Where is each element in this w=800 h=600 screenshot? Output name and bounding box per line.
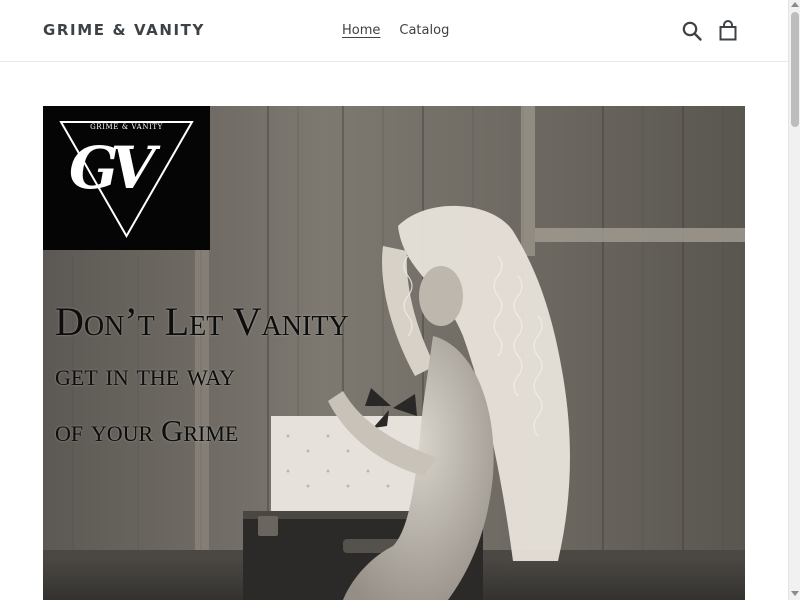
- brand-logo-badge: GRIME & VANITY GV: [43, 106, 210, 250]
- tagline-line-3: of your Grime: [55, 413, 239, 448]
- scroll-up-arrow-icon[interactable]: [791, 2, 799, 7]
- hero-tagline: Don’t Let Vanity get in the way of your …: [55, 296, 349, 460]
- scroll-thumb[interactable]: [791, 12, 799, 127]
- scroll-down-arrow-icon[interactable]: [791, 591, 799, 596]
- main-nav: Home Catalog: [342, 22, 449, 40]
- site-header: GRIME & VANITY Home Catalog: [0, 0, 788, 62]
- site-logo[interactable]: GRIME & VANITY: [43, 21, 205, 39]
- tagline-line-1: Don’t Let Vanity: [55, 299, 349, 344]
- badge-monogram: GV: [69, 134, 156, 202]
- badge-brand-text: GRIME & VANITY: [90, 123, 163, 131]
- search-icon[interactable]: [681, 20, 703, 42]
- hero-banner[interactable]: GRIME & VANITY GV Don’t Let Vanity get i…: [43, 106, 745, 600]
- nav-home-link[interactable]: Home: [342, 22, 380, 40]
- cart-icon[interactable]: [717, 20, 739, 42]
- header-icons: [681, 20, 739, 42]
- tagline-line-2: get in the way: [55, 357, 236, 392]
- nav-catalog-link[interactable]: Catalog: [399, 22, 449, 40]
- page-scrollbar[interactable]: [788, 0, 800, 600]
